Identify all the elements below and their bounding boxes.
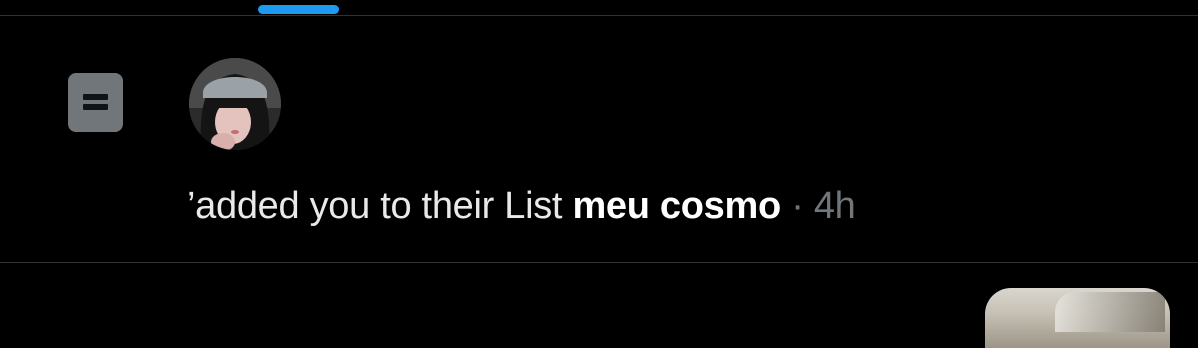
notification-item[interactable]: ’added you to their List meu cosmo · 4h <box>0 16 1198 262</box>
list-icon <box>68 73 123 132</box>
notification-divider <box>0 262 1198 263</box>
notification-text: ’added you to their List meu cosmo · 4h <box>187 183 856 229</box>
separator-dot: · <box>791 185 804 227</box>
media-thumbnail[interactable] <box>985 288 1170 348</box>
truncated-username: ’ <box>187 185 196 227</box>
user-avatar[interactable] <box>189 58 281 150</box>
action-text: added you to their List <box>195 185 563 227</box>
timestamp: 4h <box>813 185 856 227</box>
active-tab-indicator <box>258 5 339 14</box>
list-name-link[interactable]: meu cosmo <box>572 185 781 227</box>
